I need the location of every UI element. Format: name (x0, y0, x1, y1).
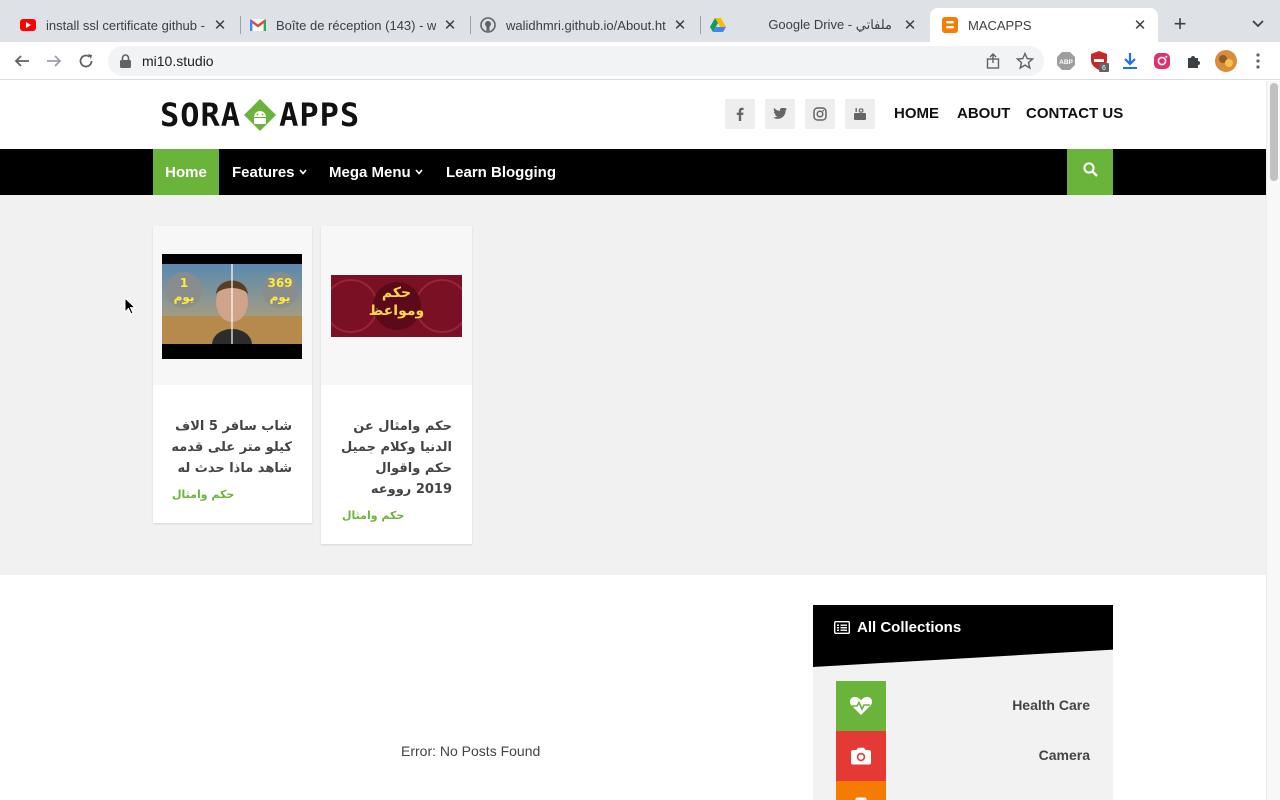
svg-text:ABP: ABP (1059, 59, 1073, 66)
logo-text-right: APPS (279, 96, 361, 134)
adblock-plus-icon[interactable]: ABP (1056, 51, 1076, 71)
facebook-icon[interactable] (725, 99, 755, 129)
post-thumbnail[interactable]: 1 يوم 369 يوم (162, 254, 302, 359)
android-diamond-icon (243, 98, 277, 132)
blogger-icon (942, 17, 958, 33)
chevron-down-icon (415, 167, 423, 178)
back-arrow-icon[interactable] (10, 50, 34, 72)
youtube-icon[interactable] (845, 99, 875, 129)
twitter-icon[interactable] (765, 99, 795, 129)
list-icon (833, 620, 851, 639)
nav-item-features[interactable]: Features (232, 149, 307, 195)
browser-tab-strip: install ssl certificate github - ✕ Boîte… (0, 0, 1280, 42)
page-scrollbar[interactable] (1266, 81, 1280, 800)
collection-item-health-care[interactable]: Health Care (836, 681, 1090, 731)
mouse-cursor-icon (124, 296, 137, 320)
github-icon (480, 17, 496, 33)
thumb-badge-right: 369 يوم (267, 276, 293, 304)
gmail-icon (250, 17, 266, 33)
reload-icon[interactable] (74, 50, 98, 72)
ublock-icon[interactable]: 6 (1089, 51, 1109, 72)
site-logo[interactable]: SORA APPS (160, 96, 361, 134)
nav-label: Mega Menu (329, 163, 411, 181)
browser-tab-google-drive[interactable]: Google Drive - ملفاتي ✕ (698, 8, 928, 42)
post-thumbnail[interactable]: حكم ومواعظ (331, 275, 462, 337)
thumb-badge-left: 1 يوم (173, 276, 195, 304)
mobile-icon (836, 781, 886, 800)
tab-title: Google Drive - ملفاتي (768, 17, 892, 32)
nav-item-learn-blogging[interactable]: Learn Blogging (446, 149, 556, 195)
widget-header (813, 605, 1113, 667)
tab-title: MACAPPS (968, 17, 1032, 33)
web-page: SORA APPS HOME ABOUT CONTACT US Home Fea… (0, 81, 1266, 800)
thumb-text-line: حكم (381, 285, 412, 301)
post-label[interactable]: حكم وامثال (172, 488, 234, 501)
all-collections-widget: All Collections Health Care Camera (813, 605, 1113, 800)
profile-avatar[interactable] (1214, 49, 1238, 73)
scrollbar-thumb[interactable] (1270, 83, 1278, 181)
featured-posts-section: 1 يوم 369 يوم شاب سافر 5 الاف كيلو متر ع… (0, 195, 1266, 575)
tab-title: Boîte de réception (143) - wh (276, 17, 436, 33)
puzzle-icon[interactable] (1184, 51, 1204, 71)
search-button[interactable] (1067, 149, 1113, 195)
nav-label: Learn Blogging (446, 163, 556, 181)
collection-item-camera[interactable]: Camera (836, 731, 1090, 781)
tab-title: walidhmri.github.io/About.htm (506, 17, 666, 33)
collection-item-mobile[interactable] (836, 781, 1090, 800)
address-bar[interactable]: mi10.studio (108, 46, 1044, 76)
nav-item-home[interactable]: Home (153, 149, 219, 195)
youtube-icon (20, 17, 36, 33)
instagram-icon[interactable] (805, 99, 835, 129)
new-tab-button[interactable]: + (1168, 11, 1192, 36)
top-link-home[interactable]: HOME (894, 105, 939, 122)
forward-arrow-icon[interactable] (42, 50, 66, 72)
nav-label: Features (232, 163, 295, 181)
close-tab-icon[interactable]: ✕ (442, 17, 458, 34)
share-icon[interactable] (986, 53, 1000, 74)
browser-tab-gmail[interactable]: Boîte de réception (143) - wh ✕ (238, 8, 468, 42)
thumb-text-line: ومواعظ (368, 303, 425, 319)
browser-tab-youtube[interactable]: install ssl certificate github - ✕ (8, 8, 238, 42)
top-link-about[interactable]: ABOUT (957, 105, 1010, 122)
collection-label: Camera (1038, 747, 1090, 763)
logo-text-left: SORA (160, 96, 242, 134)
tab-search-chevron-icon[interactable] (1248, 14, 1268, 34)
site-header: SORA APPS HOME ABOUT CONTACT US (0, 81, 1266, 149)
download-icon[interactable] (1120, 51, 1140, 71)
url-text[interactable]: mi10.studio (142, 53, 214, 69)
browser-tab-github[interactable]: walidhmri.github.io/About.htm ✕ (468, 8, 698, 42)
main-navigation: Home Features Mega Menu Learn Blogging (0, 149, 1266, 195)
post-card[interactable]: 1 يوم 369 يوم شاب سافر 5 الاف كيلو متر ع… (153, 226, 312, 523)
main-content: Error: No Posts Found All Collections He… (0, 575, 1266, 800)
chevron-down-icon (298, 167, 307, 178)
heartbeat-icon (836, 681, 886, 731)
widget-title: All Collections (857, 619, 962, 636)
post-title[interactable]: حكم وامثال عن الدنيا وكلام جميل حكم واقو… (337, 416, 452, 500)
instagram-ext-icon[interactable] (1152, 51, 1172, 71)
top-link-contact-us[interactable]: CONTACT US (1026, 105, 1123, 122)
post-card[interactable]: حكم ومواعظ حكم وامثال عن الدنيا وكلام جم… (321, 226, 472, 544)
lock-icon[interactable] (120, 54, 131, 73)
search-icon (1082, 162, 1098, 182)
close-tab-icon[interactable]: ✕ (672, 17, 688, 34)
nav-label: Home (165, 163, 207, 181)
post-label[interactable]: حكم وامثال (342, 509, 404, 522)
browser-tab-macapps[interactable]: MACAPPS ✕ (930, 8, 1158, 42)
kebab-menu-icon[interactable] (1248, 51, 1268, 71)
collection-label: Health Care (1012, 697, 1090, 713)
browser-toolbar: mi10.studio ABP 6 (0, 42, 1280, 80)
error-message: Error: No Posts Found (401, 743, 541, 759)
nav-item-mega-menu[interactable]: Mega Menu (329, 149, 423, 195)
camera-icon (836, 731, 886, 781)
bookmark-star-icon[interactable] (1015, 51, 1035, 75)
close-tab-icon[interactable]: ✕ (902, 17, 918, 34)
close-tab-icon[interactable]: ✕ (212, 17, 228, 34)
google-drive-icon (710, 17, 726, 33)
svg-text:6: 6 (1102, 65, 1106, 72)
close-tab-icon[interactable]: ✕ (1132, 17, 1148, 34)
tab-title: install ssl certificate github - (46, 17, 205, 33)
post-title[interactable]: شاب سافر 5 الاف كيلو متر على قدمه شاهد م… (167, 416, 292, 479)
